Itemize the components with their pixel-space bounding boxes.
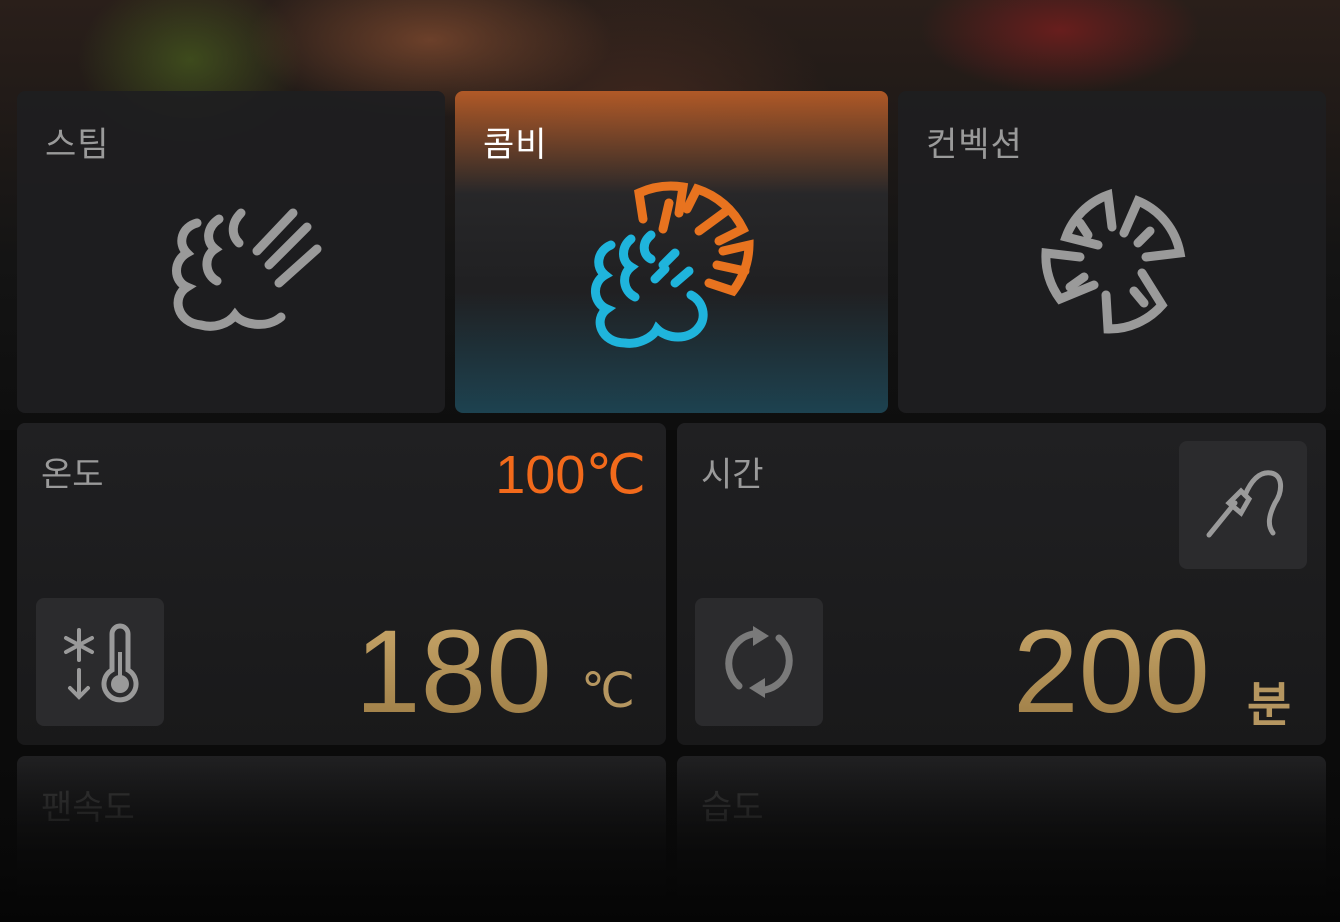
combi-icon	[591, 181, 754, 348]
continuous-cycle-icon	[725, 626, 793, 698]
time-label: 시간	[701, 455, 764, 495]
cooldown-button[interactable]	[36, 598, 164, 726]
core-probe-icon	[1206, 470, 1283, 538]
continuous-cycle-button[interactable]	[695, 598, 823, 726]
mode-tile-combi[interactable]: 콤비	[455, 91, 888, 413]
mode-tile-steam[interactable]: 스팀	[17, 91, 445, 413]
time-value: 200	[1013, 606, 1210, 738]
mode-label: 콤비	[483, 125, 548, 165]
fan-speed-panel[interactable]: 팬속도	[17, 756, 666, 922]
convection-fan-icon	[1041, 188, 1186, 334]
mode-tile-convection[interactable]: 컨벡션	[898, 91, 1326, 413]
temperature-setpoint: 100℃	[495, 445, 646, 505]
temperature-unit: ℃	[581, 665, 635, 718]
humidity-label: 습도	[701, 788, 764, 828]
mode-label: 컨벡션	[926, 125, 1023, 165]
temperature-panel[interactable]: 온도 100℃ 180 ℃	[17, 423, 666, 745]
mode-label: 스팀	[45, 125, 110, 165]
humidity-panel[interactable]: 습도	[677, 756, 1326, 922]
core-probe-button[interactable]	[1179, 441, 1307, 569]
fan-speed-label: 팬속도	[41, 788, 135, 828]
cooldown-thermometer-icon	[64, 623, 139, 703]
time-panel[interactable]: 시간 200 분	[677, 423, 1326, 745]
temperature-value: 180	[355, 606, 552, 738]
temperature-label: 온도	[41, 455, 104, 495]
time-unit: 분	[1247, 677, 1292, 733]
steam-icon	[172, 208, 322, 331]
